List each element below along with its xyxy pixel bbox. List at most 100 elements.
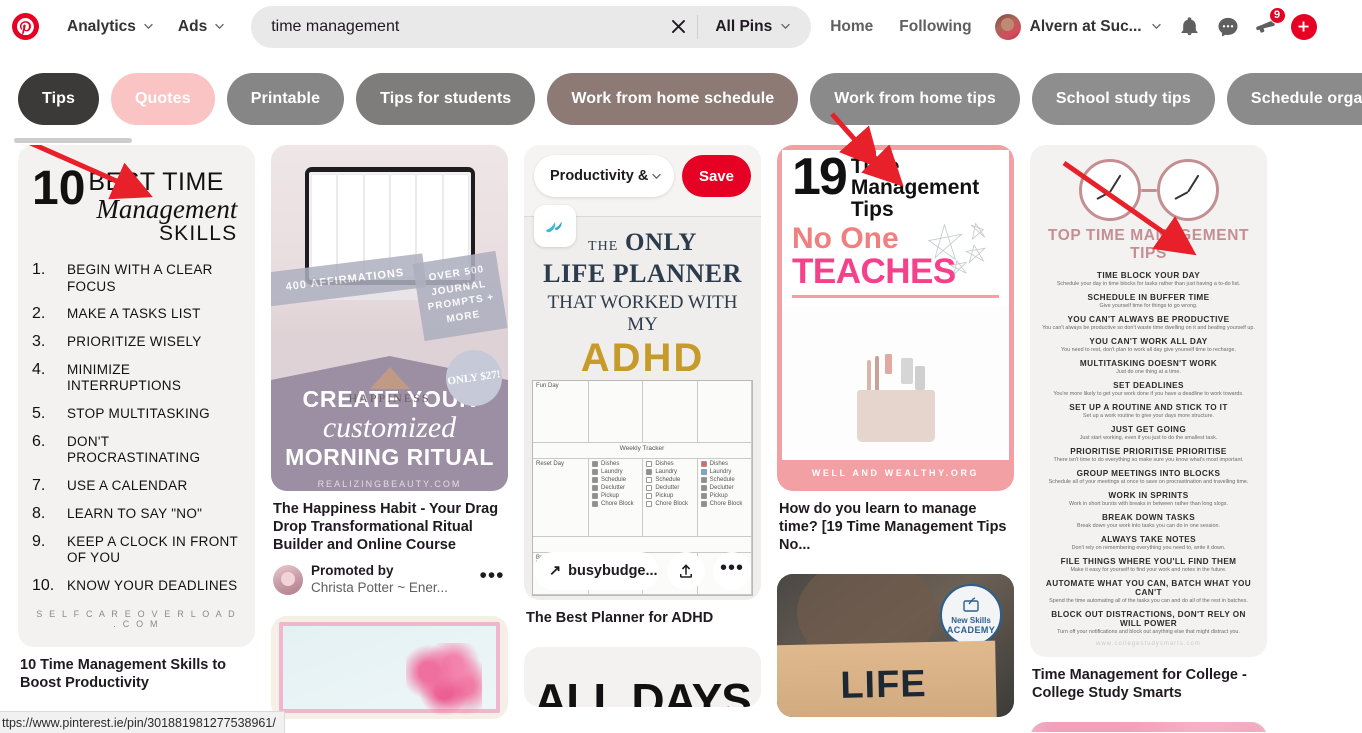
art-skill-item: 10. KNOW YOUR DEADLINES xyxy=(32,577,241,595)
pin-artwork: 10 BEST TIME Management SKILLS 1. BEGIN W… xyxy=(18,145,255,647)
filter-pill-work-from-home-schedule[interactable]: Work from home schedule xyxy=(547,73,799,125)
pin-image[interactable]: THE ONLY LIFE PLANNER THAT WORKED WITH M… xyxy=(524,145,761,600)
messages-chat-icon[interactable] xyxy=(1209,8,1247,46)
pin-image[interactable]: 0:08 54 xyxy=(1030,722,1267,732)
pin-card-19-time-management-tips[interactable]: 19 Time Management Tips No One TEACHES W… xyxy=(777,145,1014,554)
art-tip: WORK IN SPRINTS Work in short bursts with… xyxy=(1042,491,1255,507)
filter-scrollbar-track[interactable] xyxy=(0,137,1362,145)
pin-image[interactable] xyxy=(271,615,508,719)
art-tip-title: WORK IN SPRINTS xyxy=(1108,491,1189,500)
pin-image[interactable]: ALL DAYS xyxy=(524,647,761,708)
art-tip-title: SET UP A ROUTINE AND STICK TO IT xyxy=(1069,403,1228,412)
account-name: Alvern at Suc... xyxy=(1029,17,1142,35)
art-source: www.collegestudysmarts.com xyxy=(1096,641,1201,647)
art-tip: ALWAYS TAKE NOTES Don't rely on rememberi… xyxy=(1042,535,1255,551)
pin-image[interactable]: 10 BEST TIME Management SKILLS 1. BEGIN W… xyxy=(18,145,255,647)
more-options-icon[interactable]: ••• xyxy=(478,565,506,594)
pin-title[interactable]: Time Management for College - College St… xyxy=(1030,666,1267,702)
pin-title[interactable]: The Best Planner for ADHD xyxy=(524,609,761,627)
filter-pill-school-study-tips[interactable]: School study tips xyxy=(1031,73,1215,125)
board-selector-label: Productivity & ... xyxy=(550,168,651,184)
art-tip: SET DEADLINES You're more likely to get y… xyxy=(1042,381,1255,397)
art-tip-title: BLOCK OUT DISTRACTIONS, DON'T RELY ON WI… xyxy=(1051,610,1246,628)
account-menu[interactable]: Alvern at Suc... xyxy=(989,9,1171,45)
filter-pill-quotes[interactable]: Quotes xyxy=(111,73,215,125)
art-tip-sub: Set up a work routine to give your days … xyxy=(1083,413,1214,419)
more-options-icon[interactable]: ••• xyxy=(713,552,751,590)
pin-card-happiness-habit-promoted[interactable]: 400 AFFIRMATIONS OVER 500 JOURNAL PROMPT… xyxy=(271,145,508,596)
art-ribbon-prompts: OVER 500 JOURNAL PROMPTS + MORE xyxy=(412,250,508,342)
pin-image[interactable]: New Skills ACADEMY LIFE xyxy=(777,574,1014,718)
pin-card-top-time-management-tips[interactable]: TOP TIME MANAGEMENT TIPS TIME BLOCK YOUR… xyxy=(1030,145,1267,702)
art-tip-sub: Schedule your day in time blocks for tas… xyxy=(1056,281,1241,287)
pin-card-best-planner-for-adhd[interactable]: THE ONLY LIFE PLANNER THAT WORKED WITH M… xyxy=(524,145,761,627)
search-bar: All Pins xyxy=(251,5,812,48)
art-skill-item: 9. KEEP A CLOCK IN FRONT OF YOU xyxy=(32,533,241,567)
create-add-icon[interactable] xyxy=(1290,13,1317,40)
pin-card-all-days[interactable]: ALL DAYS xyxy=(524,647,761,708)
filter-pill-tips-for-students[interactable]: Tips for students xyxy=(356,73,536,125)
save-button[interactable]: Save xyxy=(681,155,751,197)
art-tip-sub: There isn't time to do everything so mak… xyxy=(1053,457,1244,463)
search-scope-selector[interactable]: All Pins xyxy=(698,6,811,48)
nav-ads-label: Ads xyxy=(177,17,208,35)
art-tip-sub: Don't rely on remembering everything you… xyxy=(1071,545,1226,551)
notifications-bell-icon[interactable] xyxy=(1171,8,1209,46)
filter-pill-printable[interactable]: Printable xyxy=(226,73,345,125)
nav-home[interactable]: Home xyxy=(817,9,886,45)
pin-image[interactable]: 400 AFFIRMATIONS OVER 500 JOURNAL PROMPT… xyxy=(271,145,508,491)
art-number: 10 xyxy=(32,162,86,215)
art-tip-sub: Break down your work into tasks you can … xyxy=(1077,523,1220,529)
pin-card-life-new-skills-academy[interactable]: New Skills ACADEMY LIFE xyxy=(777,574,1014,718)
pin-title[interactable]: 10 Time Management Skills to Boost Produ… xyxy=(18,656,255,692)
filter-pill-work-from-home-tips[interactable]: Work from home tips xyxy=(810,73,1020,125)
clear-search-icon[interactable] xyxy=(661,10,695,44)
board-selector-dropdown[interactable]: Productivity & ... xyxy=(534,155,674,197)
promoter-name[interactable]: Christa Potter ~ Ener... xyxy=(311,580,470,596)
art-tip-title: GROUP MEETINGS INTO BLOCKS xyxy=(1076,469,1221,478)
art-skill-item: 2. MAKE A TASKS LIST xyxy=(32,305,241,323)
nav-ads[interactable]: Ads xyxy=(166,10,237,44)
art-tip-sub: You're more likely to get your work done… xyxy=(1053,391,1244,397)
pinterest-logo-icon[interactable] xyxy=(12,13,39,40)
art-source: WELL AND WEALTHY.ORG xyxy=(782,460,1009,486)
pin-card-10-time-management-skills[interactable]: 10 BEST TIME Management SKILLS 1. BEGIN W… xyxy=(18,145,255,692)
pin-card-flower-board[interactable] xyxy=(271,615,508,719)
nav-following[interactable]: Following xyxy=(886,9,984,45)
share-icon[interactable] xyxy=(667,552,705,590)
art-tracker-col-1: Dishes Laundry Schedule Declutter Pickup… xyxy=(589,459,644,537)
nav-analytics[interactable]: Analytics xyxy=(55,10,166,44)
pin-image[interactable]: TOP TIME MANAGEMENT TIPS TIME BLOCK YOUR… xyxy=(1030,145,1267,657)
art-number: 19 xyxy=(792,148,848,206)
art-tracker-col-3: Dishes Laundry Schedule Declutter Pickup… xyxy=(697,459,752,537)
pin-image[interactable]: 19 Time Management Tips No One TEACHES W… xyxy=(777,145,1014,491)
art-tip-sub: You can't always be productive so don't … xyxy=(1042,325,1255,331)
filter-pill-schedule-organization[interactable]: Schedule organization xyxy=(1226,73,1362,125)
art-tip-title: YOU CAN'T ALWAYS BE PRODUCTIVE xyxy=(1067,315,1230,324)
pin-title[interactable]: The Happiness Habit - Your Drag Drop Tra… xyxy=(271,500,508,554)
art-all-days-text: ALL DAYS xyxy=(534,674,752,708)
pin-title[interactable]: How do you learn to manage time? [19 Tim… xyxy=(777,500,1014,554)
art-tip-sub: Spend the time automating all of the tas… xyxy=(1049,598,1248,604)
chevron-down-icon xyxy=(214,21,225,32)
pin-card-video-54[interactable]: 0:08 54 xyxy=(1030,722,1267,732)
pin-actions-overlay: ↗ busybudge... ••• xyxy=(534,552,751,590)
pin-artwork: TOP TIME MANAGEMENT TIPS TIME BLOCK YOUR… xyxy=(1030,145,1267,657)
announcements-megaphone-icon[interactable]: 9 xyxy=(1247,6,1286,46)
source-site-link[interactable]: ↗ busybudge... xyxy=(534,552,659,590)
search-input[interactable] xyxy=(251,17,662,36)
grid-column-2: 400 AFFIRMATIONS OVER 500 JOURNAL PROMPT… xyxy=(271,145,508,732)
star-doodle-icon xyxy=(927,222,987,277)
art-pencil-cup xyxy=(856,390,935,443)
filter-pill-tips[interactable]: Tips xyxy=(18,73,100,125)
art-tip: TIME BLOCK YOUR DAY Schedule your day in … xyxy=(1042,271,1255,287)
art-skill-number: 10. xyxy=(32,576,55,594)
art-skill-text: USE A CALENDAR xyxy=(67,477,188,493)
art-skill-text: DON'T PROCRASTINATING xyxy=(67,433,201,466)
art-tip: SCHEDULE IN BUFFER TIME Give yourself tim… xyxy=(1042,293,1255,309)
art-heading: TOP TIME MANAGEMENT TIPS xyxy=(1047,227,1250,262)
art-source: S E L F C A R E O V E R L O A D . C O M xyxy=(36,608,237,629)
art-skill-item: 8. LEARN TO SAY "NO" xyxy=(32,505,241,523)
promoter-avatar[interactable] xyxy=(273,564,303,595)
filter-scrollbar-thumb[interactable] xyxy=(14,138,132,143)
